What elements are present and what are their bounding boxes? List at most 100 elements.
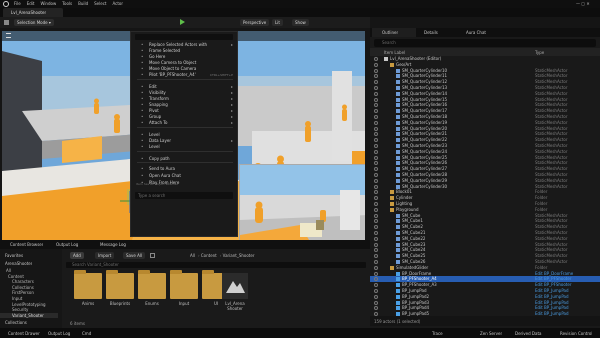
column-type[interactable]: Type (535, 50, 544, 55)
visibility-eye-icon[interactable] (374, 231, 378, 235)
menu-build[interactable]: Build (78, 1, 88, 6)
tab-output-log[interactable]: Output Log (56, 242, 78, 247)
outliner-search-input[interactable]: Search (374, 39, 596, 47)
folder-tree-item[interactable]: Collections (0, 285, 58, 290)
level-viewport[interactable]: • Replace Selected Actors with ▸ • Frame Sel… (2, 31, 365, 240)
derived-data-button[interactable]: Derived Data (515, 331, 542, 336)
output-log-button[interactable]: Output Log (48, 331, 70, 336)
folder-tree-item[interactable]: FirstPerson (0, 290, 58, 295)
visibility-eye-icon[interactable] (374, 57, 378, 61)
filter-icon[interactable] (150, 253, 155, 258)
visibility-eye-icon[interactable] (374, 178, 378, 183)
favorites-header[interactable]: Favorites (5, 253, 23, 258)
context-item-pilot-bp-pfshooter-a4[interactable]: • Pilot 'BP_PFShooter_A4' CTRL+SHIFT+P (131, 72, 237, 78)
visibility-eye-icon[interactable] (374, 103, 378, 108)
visibility-eye-icon[interactable] (374, 219, 378, 224)
visibility-eye-icon[interactable] (374, 207, 378, 212)
visibility-eye-icon[interactable] (374, 144, 378, 148)
folder-anims[interactable] (74, 270, 102, 299)
visibility-eye-icon[interactable] (374, 109, 378, 114)
tab-aura-chat[interactable]: Aura Chat (460, 28, 500, 37)
breadcrumb-item[interactable]: Content (201, 253, 217, 258)
project-root[interactable]: ArenaShooter (5, 261, 32, 266)
visibility-eye-icon[interactable] (374, 132, 378, 137)
visibility-eye-icon[interactable] (374, 306, 378, 311)
context-item-copy-path[interactable]: • Copy path (131, 156, 237, 162)
save-icon[interactable] (4, 20, 9, 25)
add-button[interactable]: Add (70, 252, 84, 259)
menu-select[interactable]: Select (94, 1, 106, 6)
menu-tools[interactable]: Tools (62, 1, 72, 6)
save-all-button[interactable]: Save All (123, 252, 146, 259)
visibility-eye-icon[interactable] (374, 283, 378, 288)
tab-outliner[interactable]: Outliner (372, 28, 416, 37)
visibility-eye-icon[interactable] (374, 115, 378, 119)
context-item-open-aura-chat[interactable]: • Open Aura Chat (131, 173, 237, 179)
menu-actor[interactable]: Actor (112, 1, 123, 6)
folder-blueprints[interactable] (106, 270, 134, 299)
folder-tree-item[interactable]: All (0, 268, 58, 273)
viewport-lit-button[interactable]: Lit (272, 19, 283, 26)
visibility-eye-icon[interactable] (374, 138, 378, 143)
folder-tree-item[interactable]: Variant_Shooter (0, 312, 58, 318)
context-item-send-to-aura[interactable]: • Send to Aura (131, 166, 237, 172)
visibility-eye-icon[interactable] (374, 242, 378, 247)
viewport-perspective-button[interactable]: Perspective (240, 19, 270, 26)
visibility-eye-icon[interactable] (374, 184, 378, 189)
visibility-eye-icon[interactable] (374, 254, 378, 259)
folder-tree-item[interactable]: Content (0, 274, 58, 279)
visibility-eye-icon[interactable] (374, 260, 378, 264)
visibility-eye-icon[interactable] (374, 300, 378, 305)
tab-content-browser[interactable]: Content Browser (10, 242, 43, 247)
context-item-attach-to[interactable]: • Attach To ▸ (131, 120, 237, 126)
visibility-eye-icon[interactable] (374, 97, 378, 102)
visibility-eye-icon[interactable] (374, 173, 378, 177)
tab-details[interactable]: Details (418, 28, 458, 37)
collections-header[interactable]: Collections (5, 320, 27, 325)
revision-control-button[interactable]: Revision Control (560, 331, 592, 336)
visibility-eye-icon[interactable] (374, 196, 378, 201)
trace-button[interactable]: Trace (432, 331, 443, 336)
pilot-preview-viewport[interactable] (239, 164, 365, 240)
folder-tree-item[interactable]: Security (0, 307, 58, 312)
visibility-eye-icon[interactable] (374, 86, 378, 90)
visibility-eye-icon[interactable] (374, 91, 378, 96)
menu-file[interactable]: File (14, 1, 21, 6)
window-controls[interactable]: — ▢ ✕ (576, 1, 590, 6)
folder-tree-item[interactable]: Input (0, 296, 58, 301)
cmd-button[interactable]: Cmd (82, 331, 91, 336)
visibility-eye-icon[interactable] (374, 190, 378, 195)
visibility-eye-icon[interactable] (374, 62, 378, 67)
visibility-eye-icon[interactable] (374, 68, 378, 73)
visibility-eye-icon[interactable] (374, 161, 378, 166)
asset-search-input[interactable]: Search Variant_Shooter (66, 262, 366, 268)
visibility-eye-icon[interactable] (374, 74, 378, 79)
breadcrumb-item[interactable]: Variant_Shooter (223, 253, 255, 258)
folder-tree-item[interactable]: LevelPrototyping (0, 302, 58, 307)
visibility-eye-icon[interactable] (374, 213, 378, 218)
visibility-eye-icon[interactable] (374, 80, 378, 85)
viewport-show-button[interactable]: Show (292, 19, 309, 26)
visibility-eye-icon[interactable] (374, 248, 378, 253)
visibility-eye-icon[interactable] (374, 236, 378, 241)
tab-message-log[interactable]: Message Log (100, 242, 126, 247)
play-button[interactable] (180, 19, 185, 25)
visibility-eye-icon[interactable] (374, 271, 378, 276)
visibility-eye-icon[interactable] (374, 149, 378, 154)
visibility-eye-icon[interactable] (374, 155, 378, 160)
asset-lvl-arena[interactable] (222, 273, 248, 299)
visibility-eye-icon[interactable] (374, 294, 378, 299)
selection-mode-button[interactable]: Selection Mode ▾ (14, 19, 54, 26)
folder-enums[interactable] (138, 270, 166, 299)
visibility-eye-icon[interactable] (374, 167, 378, 172)
visibility-eye-icon[interactable] (374, 126, 378, 131)
visibility-eye-icon[interactable] (374, 289, 378, 293)
zen-server-button[interactable]: Zen Server (480, 331, 502, 336)
visibility-eye-icon[interactable] (374, 202, 378, 206)
breadcrumb-item[interactable]: All (190, 253, 195, 258)
folder-tree-item[interactable]: Characters (0, 279, 58, 284)
visibility-eye-icon[interactable] (374, 265, 378, 270)
folder-input[interactable] (170, 270, 198, 299)
context-menu-search[interactable] (135, 34, 233, 40)
context-item-level[interactable]: • Level (131, 144, 237, 150)
